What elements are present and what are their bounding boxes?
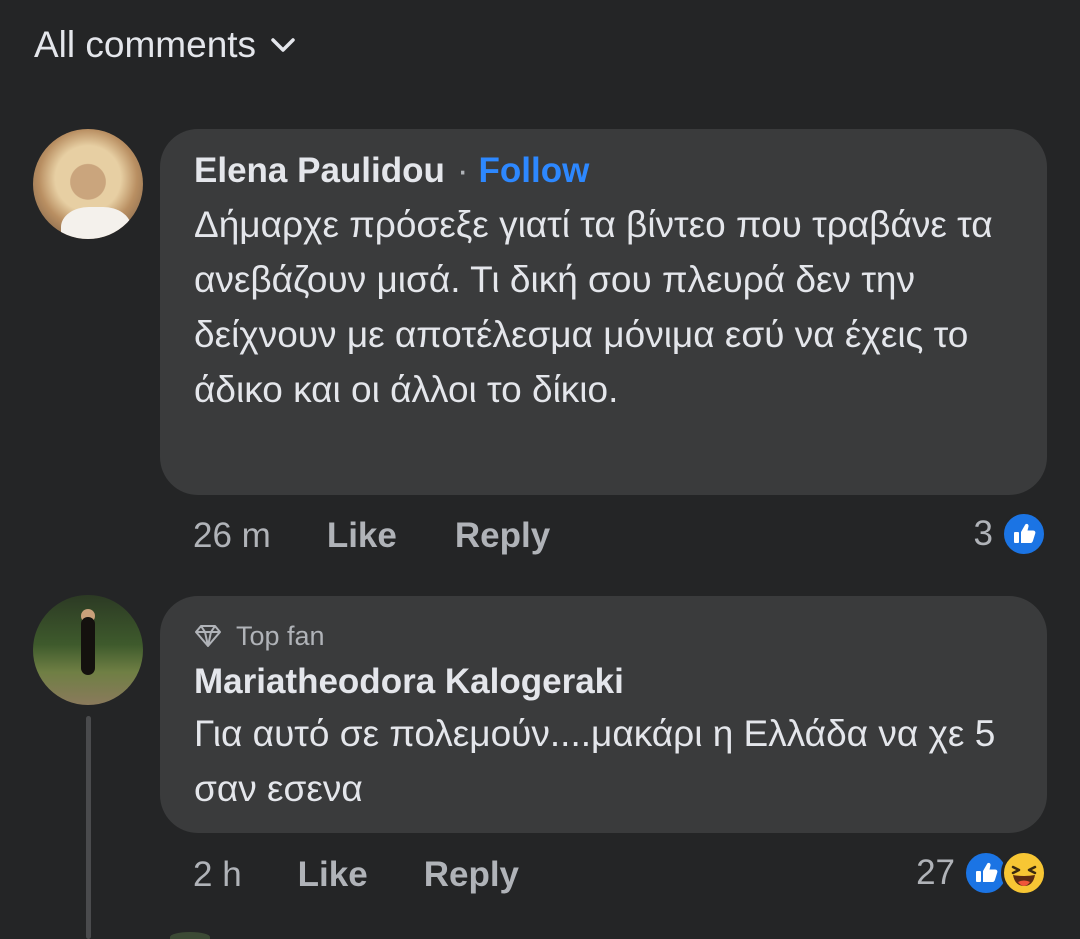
reply-thread-line (86, 716, 91, 939)
comment-header: Elena Paulidou · Follow (194, 151, 1017, 191)
comment-filter-dropdown[interactable]: All comments (34, 24, 296, 66)
avatar-figure (81, 617, 95, 675)
comment-text: Για αυτό σε πολεμούν....μακάρι η Ελλάδα … (194, 713, 996, 809)
reaction-summary[interactable]: 3 (974, 511, 1047, 557)
like-button[interactable]: Like (327, 516, 397, 556)
comment-actions: 26 m Like Reply (193, 516, 550, 556)
comment-author[interactable]: Elena Paulidou (194, 151, 445, 191)
reaction-count: 27 (916, 853, 955, 892)
avatar[interactable] (33, 129, 143, 239)
comment-actions: 2 h Like Reply (193, 855, 519, 895)
chevron-down-icon (271, 38, 295, 52)
comment-bubble: Top fan Mariatheodora Kalogeraki Για αυτ… (160, 596, 1047, 833)
avatar-photo (61, 207, 131, 239)
laughing-face-icon (1001, 850, 1047, 896)
top-fan-badge: Top fan (194, 618, 1017, 654)
badge-label: Top fan (236, 620, 325, 651)
comments-panel: All comments Elena Paulidou · Follow Δήμ… (0, 0, 1080, 939)
thumbs-up-icon (1001, 511, 1047, 557)
diamond-icon (195, 625, 221, 647)
comment-timestamp[interactable]: 26 m (193, 516, 271, 556)
separator-dot: · (456, 151, 469, 190)
comment-bubble: Elena Paulidou · Follow Δήμαρχε πρόσεξε … (160, 129, 1047, 495)
comment-timestamp[interactable]: 2 h (193, 855, 242, 895)
comment-author[interactable]: Mariatheodora Kalogeraki (194, 662, 624, 702)
reaction-count: 3 (973, 514, 993, 553)
comment-filter-label: All comments (34, 24, 257, 65)
reply-button[interactable]: Reply (455, 516, 550, 556)
avatar[interactable] (33, 595, 143, 705)
like-button[interactable]: Like (298, 855, 368, 895)
reaction-summary[interactable]: 27 (916, 850, 1047, 896)
comment-header: Mariatheodora Kalogeraki (194, 662, 1017, 702)
comment-text: Δήμαρχε πρόσεξε γιατί τα βίντεο που τραβ… (194, 204, 993, 410)
next-comment-avatar[interactable] (170, 932, 210, 939)
reply-button[interactable]: Reply (424, 855, 519, 895)
follow-button[interactable]: Follow (479, 151, 590, 191)
